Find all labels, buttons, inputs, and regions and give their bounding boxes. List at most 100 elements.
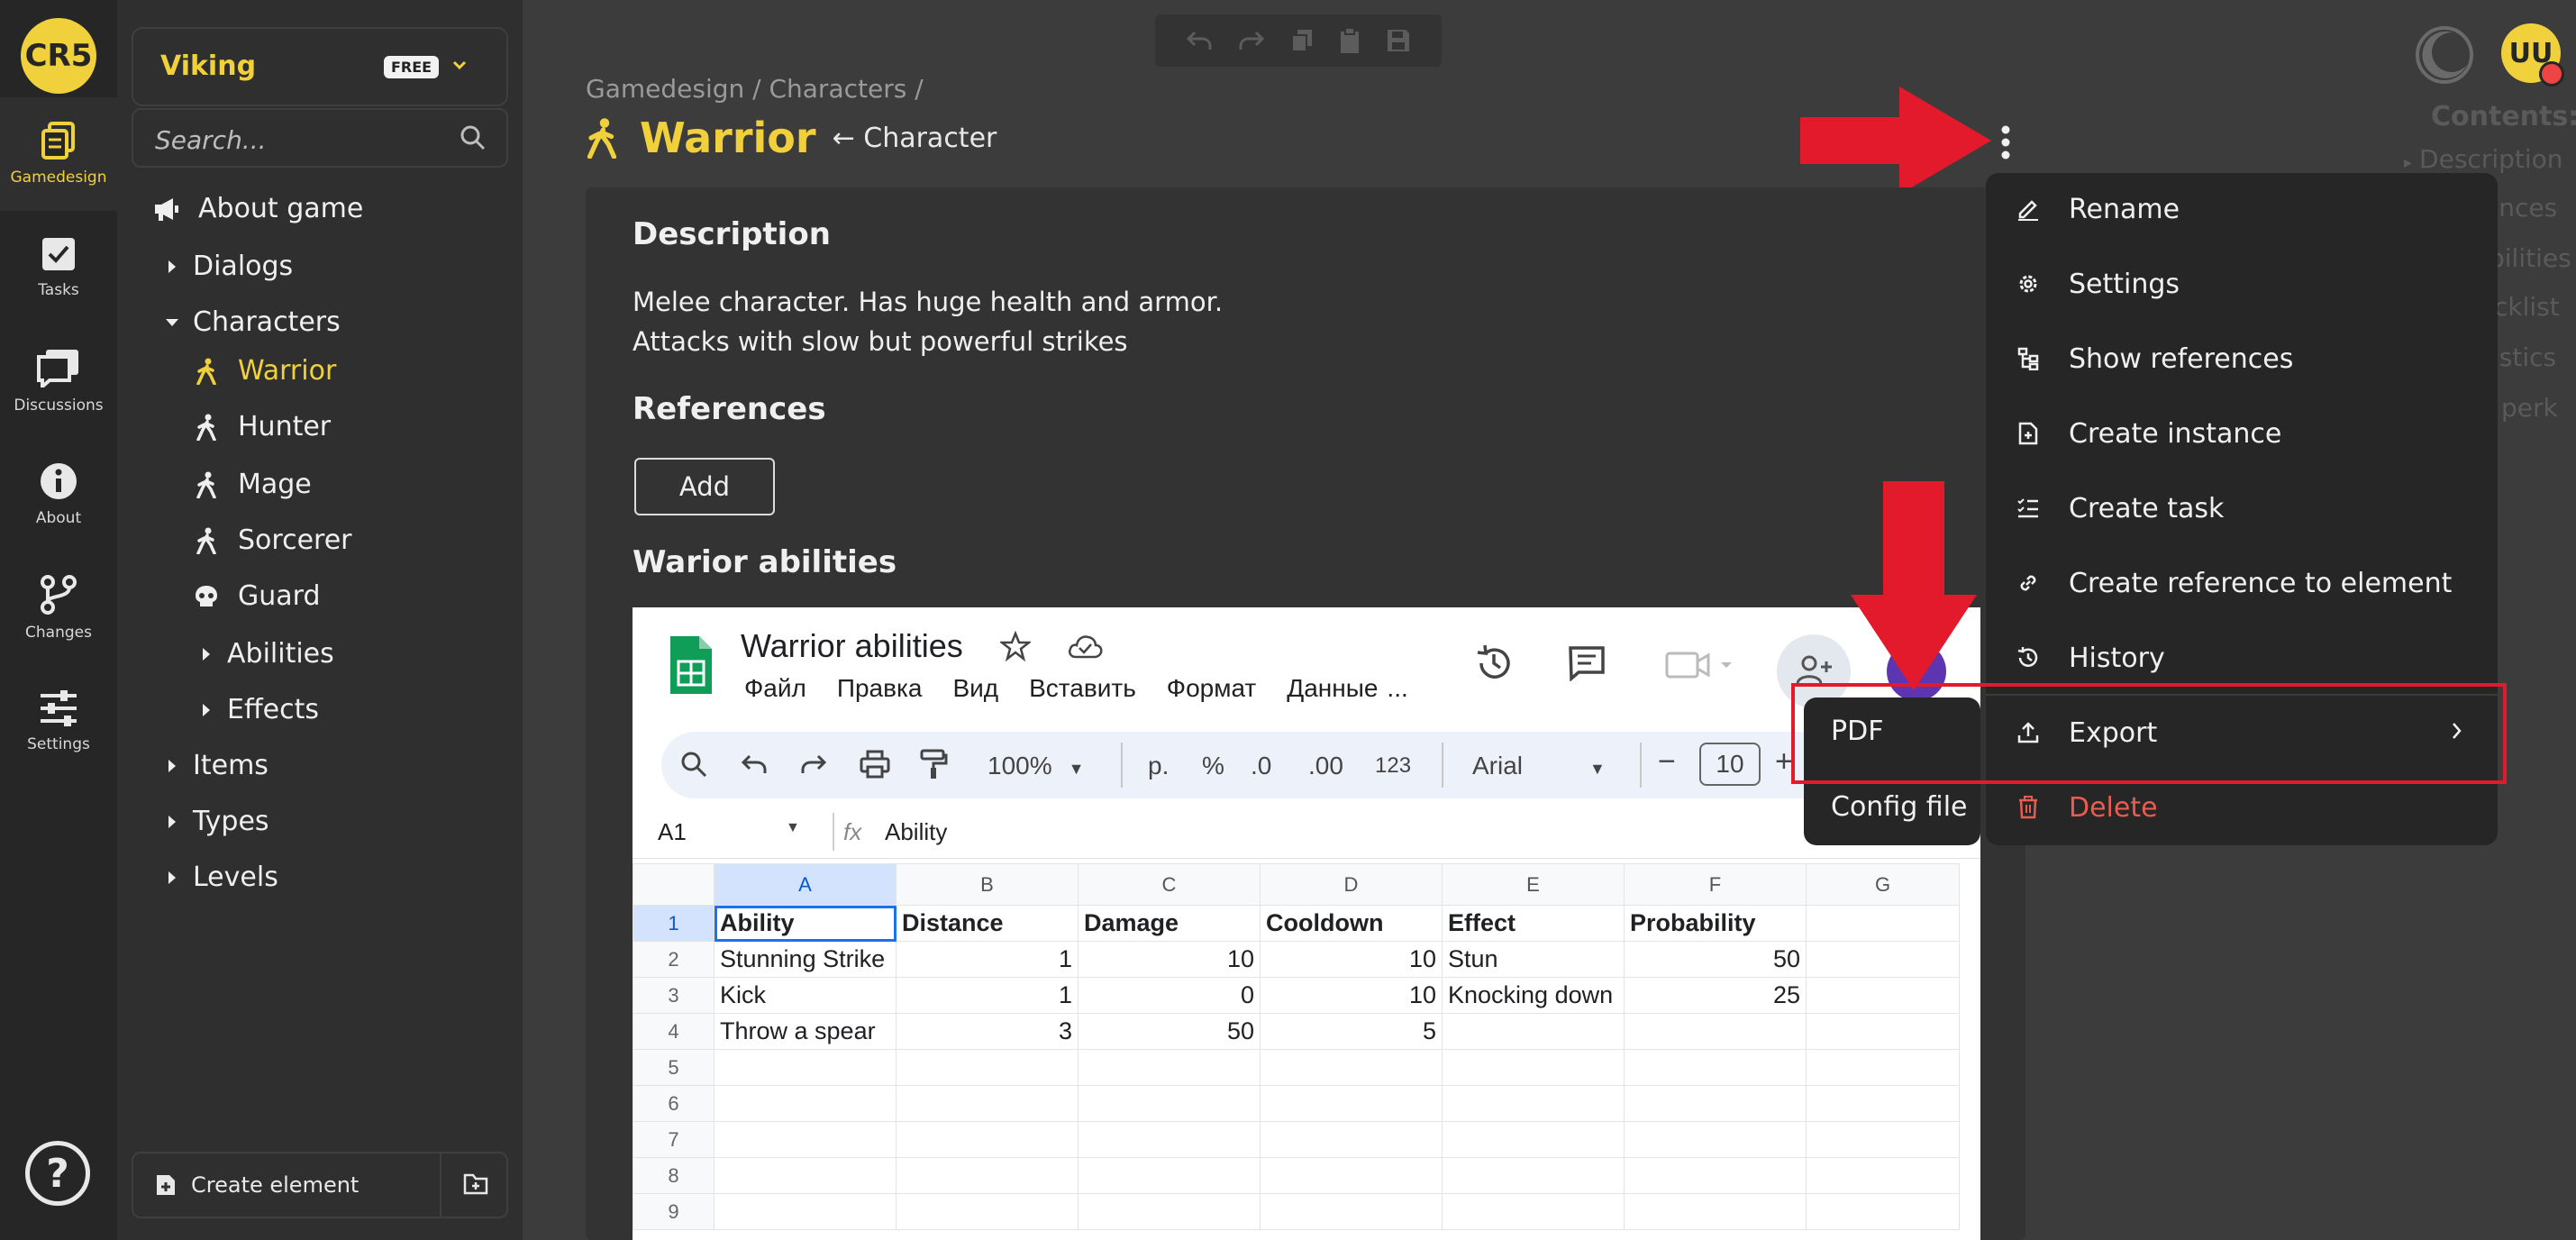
rail-item-changes[interactable]: Changes	[0, 552, 117, 665]
caret-right-icon[interactable]	[160, 871, 184, 885]
cell[interactable]	[714, 1049, 897, 1086]
cell[interactable]: Throw a spear	[714, 1013, 897, 1050]
cell[interactable]	[1442, 1049, 1625, 1086]
sheet-menu-edit[interactable]: Правка	[837, 674, 923, 703]
cell[interactable]	[1624, 1121, 1807, 1158]
tree-item-sorcerer[interactable]: Sorcerer	[193, 524, 352, 556]
cell[interactable]: 5	[1260, 1013, 1443, 1050]
add-reference-button[interactable]: Add	[634, 458, 775, 515]
cell[interactable]	[1624, 1049, 1807, 1086]
row-header[interactable]: 6	[633, 1085, 715, 1122]
rail-item-settings[interactable]: Settings	[0, 665, 117, 779]
sheet-menu-data[interactable]: Данные	[1287, 674, 1378, 703]
copy-icon[interactable]	[1290, 28, 1314, 53]
cell[interactable]	[1078, 1085, 1261, 1122]
tree-item-warrior[interactable]: Warrior	[193, 355, 336, 387]
cell[interactable]: 1	[896, 977, 1079, 1014]
row-header[interactable]: 5	[633, 1049, 715, 1086]
more-options-icon[interactable]	[1995, 124, 2016, 160]
cell[interactable]	[1442, 1013, 1625, 1050]
cell[interactable]: Stun	[1442, 941, 1625, 978]
caret-right-icon[interactable]	[160, 815, 184, 829]
tree-item-mage[interactable]: Mage	[193, 469, 312, 500]
cell[interactable]	[714, 1157, 897, 1194]
cell[interactable]: Knocking down	[1442, 977, 1625, 1014]
meet-icon[interactable]	[1665, 651, 1737, 679]
cell[interactable]	[714, 1085, 897, 1122]
font-size-decrease-button[interactable]: −	[1658, 744, 1676, 780]
cell[interactable]	[1442, 1085, 1625, 1122]
cell[interactable]: 10	[1260, 941, 1443, 978]
tree-item-items[interactable]: Items	[160, 750, 269, 781]
cell[interactable]	[1806, 1121, 1960, 1158]
cell[interactable]	[1806, 1013, 1960, 1050]
toc-item[interactable]: perk	[2501, 393, 2558, 423]
column-header[interactable]: A	[714, 863, 897, 906]
cell[interactable]	[1078, 1193, 1261, 1230]
caret-right-icon[interactable]	[195, 703, 218, 717]
tree-item-guard[interactable]: Guard	[193, 580, 321, 612]
project-selector[interactable]: Viking FREE	[132, 27, 508, 106]
print-icon[interactable]	[860, 750, 890, 779]
cell[interactable]	[714, 1121, 897, 1158]
cell[interactable]	[896, 1121, 1079, 1158]
tree-item-characters[interactable]: Characters	[160, 306, 341, 338]
increase-decimal-button[interactable]: .00	[1308, 752, 1343, 780]
add-folder-icon[interactable]	[463, 1172, 488, 1195]
cell[interactable]	[1442, 1121, 1625, 1158]
select-all-corner[interactable]	[633, 863, 715, 906]
currency-format-button[interactable]: р.	[1148, 752, 1169, 780]
cell[interactable]	[1442, 1157, 1625, 1194]
cell[interactable]	[1260, 1121, 1443, 1158]
help-button[interactable]: ?	[25, 1141, 90, 1206]
cell[interactable]	[1806, 1085, 1960, 1122]
undo-icon[interactable]	[741, 752, 768, 777]
menu-item-rename[interactable]: Rename	[1986, 173, 2498, 245]
paint-format-icon[interactable]	[919, 748, 948, 780]
sheet-menu-view[interactable]: Вид	[952, 674, 998, 703]
cell[interactable]: Stunning Strike	[714, 941, 897, 978]
cell[interactable]: 50	[1078, 1013, 1261, 1050]
create-element-button[interactable]: Create element	[133, 1153, 440, 1217]
column-header[interactable]: F	[1624, 863, 1807, 906]
name-box[interactable]: A1	[658, 818, 687, 846]
tree-item-abilities[interactable]: Abilities	[195, 638, 334, 670]
search-input[interactable]	[153, 121, 445, 159]
row-header[interactable]: 8	[633, 1157, 715, 1194]
save-icon[interactable]	[1386, 28, 1411, 53]
cell[interactable]	[1806, 1049, 1960, 1086]
cell[interactable]	[1806, 905, 1960, 942]
chevron-down-icon[interactable]: ▼	[786, 820, 800, 836]
cell[interactable]	[896, 1157, 1079, 1194]
decrease-decimal-button[interactable]: .0	[1251, 752, 1271, 780]
cell[interactable]	[896, 1049, 1079, 1086]
cell[interactable]	[1806, 941, 1960, 978]
sheet-menu-insert[interactable]: Вставить	[1029, 674, 1136, 703]
cell[interactable]	[1260, 1049, 1443, 1086]
column-header[interactable]: C	[1078, 863, 1261, 906]
tree-item-about-game[interactable]: About game	[153, 193, 363, 224]
toc-item[interactable]: ▸ Description	[2404, 144, 2563, 174]
row-header[interactable]: 7	[633, 1121, 715, 1158]
search-icon[interactable]	[460, 124, 487, 151]
cell[interactable]	[1624, 1193, 1807, 1230]
cell[interactable]	[1442, 1193, 1625, 1230]
row-header[interactable]: 4	[633, 1013, 715, 1050]
cell[interactable]: 50	[1624, 941, 1807, 978]
font-size-input[interactable]: 10	[1699, 743, 1761, 786]
cell[interactable]: 10	[1078, 941, 1261, 978]
cell[interactable]	[1624, 1085, 1807, 1122]
zoom-select[interactable]: 100% ▼	[988, 752, 1084, 780]
cell[interactable]	[1260, 1085, 1443, 1122]
cell[interactable]: Cooldown	[1260, 905, 1443, 942]
sheet-menu-format[interactable]: Формат	[1167, 674, 1256, 703]
column-header[interactable]: D	[1260, 863, 1443, 906]
number-format-button[interactable]: 123	[1375, 753, 1411, 779]
sheet-menu-more[interactable]: ...	[1387, 674, 1407, 703]
formula-input[interactable]: Ability	[885, 818, 947, 846]
cell[interactable]	[896, 1085, 1079, 1122]
menu-item-create-task[interactable]: Create task	[1986, 472, 2498, 544]
sheet-menu-file[interactable]: Файл	[744, 674, 806, 703]
cell[interactable]: Effect	[1442, 905, 1625, 942]
row-header[interactable]: 9	[633, 1193, 715, 1230]
